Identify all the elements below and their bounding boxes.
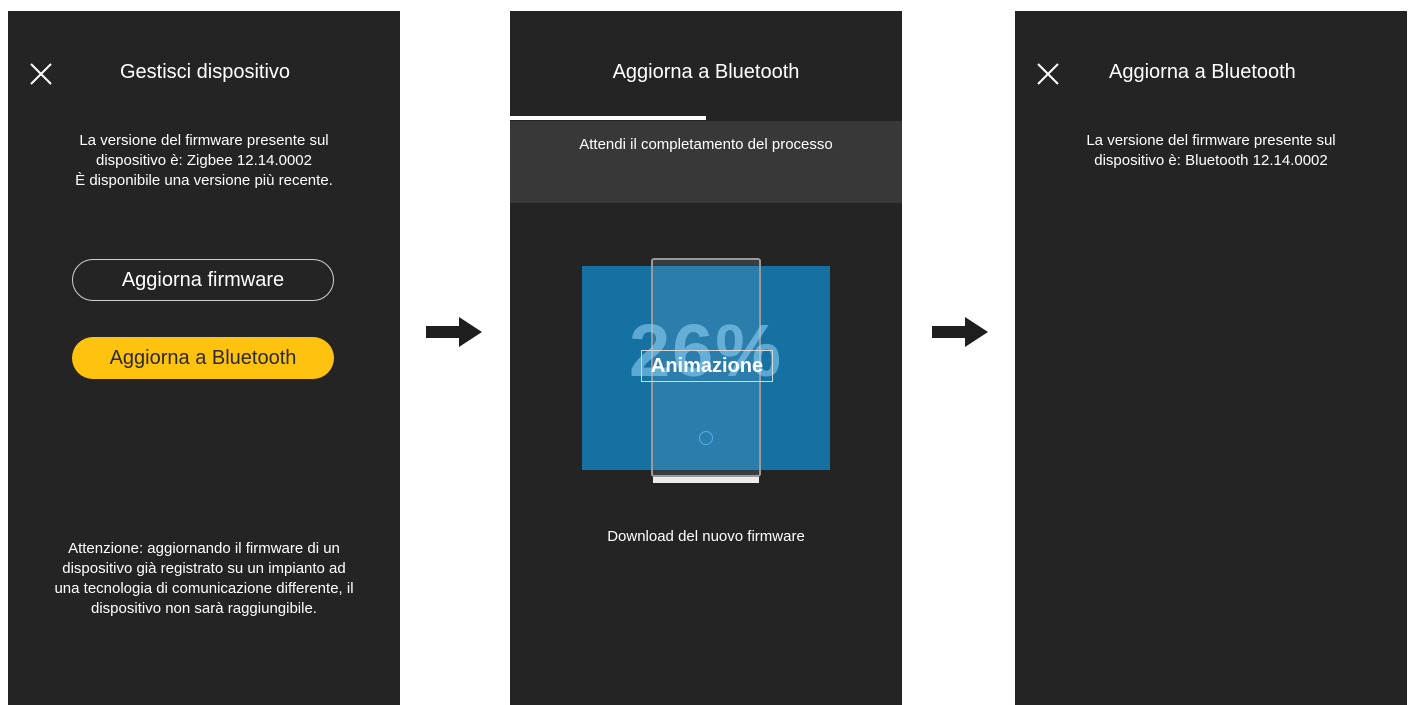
warning-line: Attenzione: aggiornando il firmware di u…	[68, 540, 340, 557]
firmware-info: La versione del firmware presente sul di…	[8, 131, 400, 191]
close-icon[interactable]	[1034, 60, 1062, 88]
warning-text: Attenzione: aggiornando il firmware di u…	[8, 539, 400, 619]
update-firmware-button[interactable]: Aggiorna firmware	[72, 259, 334, 301]
wait-text: Attendi il completamento del processo	[579, 136, 833, 153]
firmware-info-line: La versione del firmware presente sul	[79, 132, 329, 149]
animation-label: Animazione	[641, 350, 773, 382]
device-base	[653, 477, 759, 483]
page-title: Gestisci dispositivo	[120, 61, 291, 83]
update-bluetooth-button[interactable]: Aggiorna a Bluetooth	[72, 337, 334, 379]
firmware-info-line: dispositivo è: Bluetooth 12.14.0002	[1094, 152, 1328, 169]
wait-banner: Attendi il completamento del processo	[510, 121, 902, 203]
warning-line: una tecnologia di comunicazione differen…	[54, 580, 354, 597]
download-status: Download del nuovo firmware	[607, 528, 805, 545]
firmware-info-line: È disponibile una versione più recente.	[75, 172, 333, 189]
arrow-right-icon	[932, 317, 988, 352]
progress-bar	[510, 116, 902, 120]
firmware-info-line: dispositivo è: Zigbee 12.14.0002	[96, 152, 312, 169]
firmware-info: La versione del firmware presente sul di…	[1015, 131, 1407, 171]
device-led	[699, 431, 713, 445]
firmware-info-line: La versione del firmware presente sul	[1086, 132, 1336, 149]
warning-line: dispositivo non sarà raggiungibile.	[91, 600, 317, 617]
warning-line: dispositivo già registrato su un impiant…	[62, 560, 346, 577]
page-title: Aggiorna a Bluetooth	[612, 61, 800, 83]
screen-update-progress: Aggiorna a Bluetooth Attendi il completa…	[510, 11, 902, 705]
progress-fill	[510, 116, 706, 120]
arrow-right-icon	[426, 317, 482, 352]
screen-update-done: Aggiorna a Bluetooth La versione del fir…	[1015, 11, 1407, 705]
page-title: Aggiorna a Bluetooth	[1109, 61, 1296, 83]
close-icon[interactable]	[27, 60, 55, 88]
screen-manage-device: Gestisci dispositivo La versione del fir…	[8, 11, 400, 705]
